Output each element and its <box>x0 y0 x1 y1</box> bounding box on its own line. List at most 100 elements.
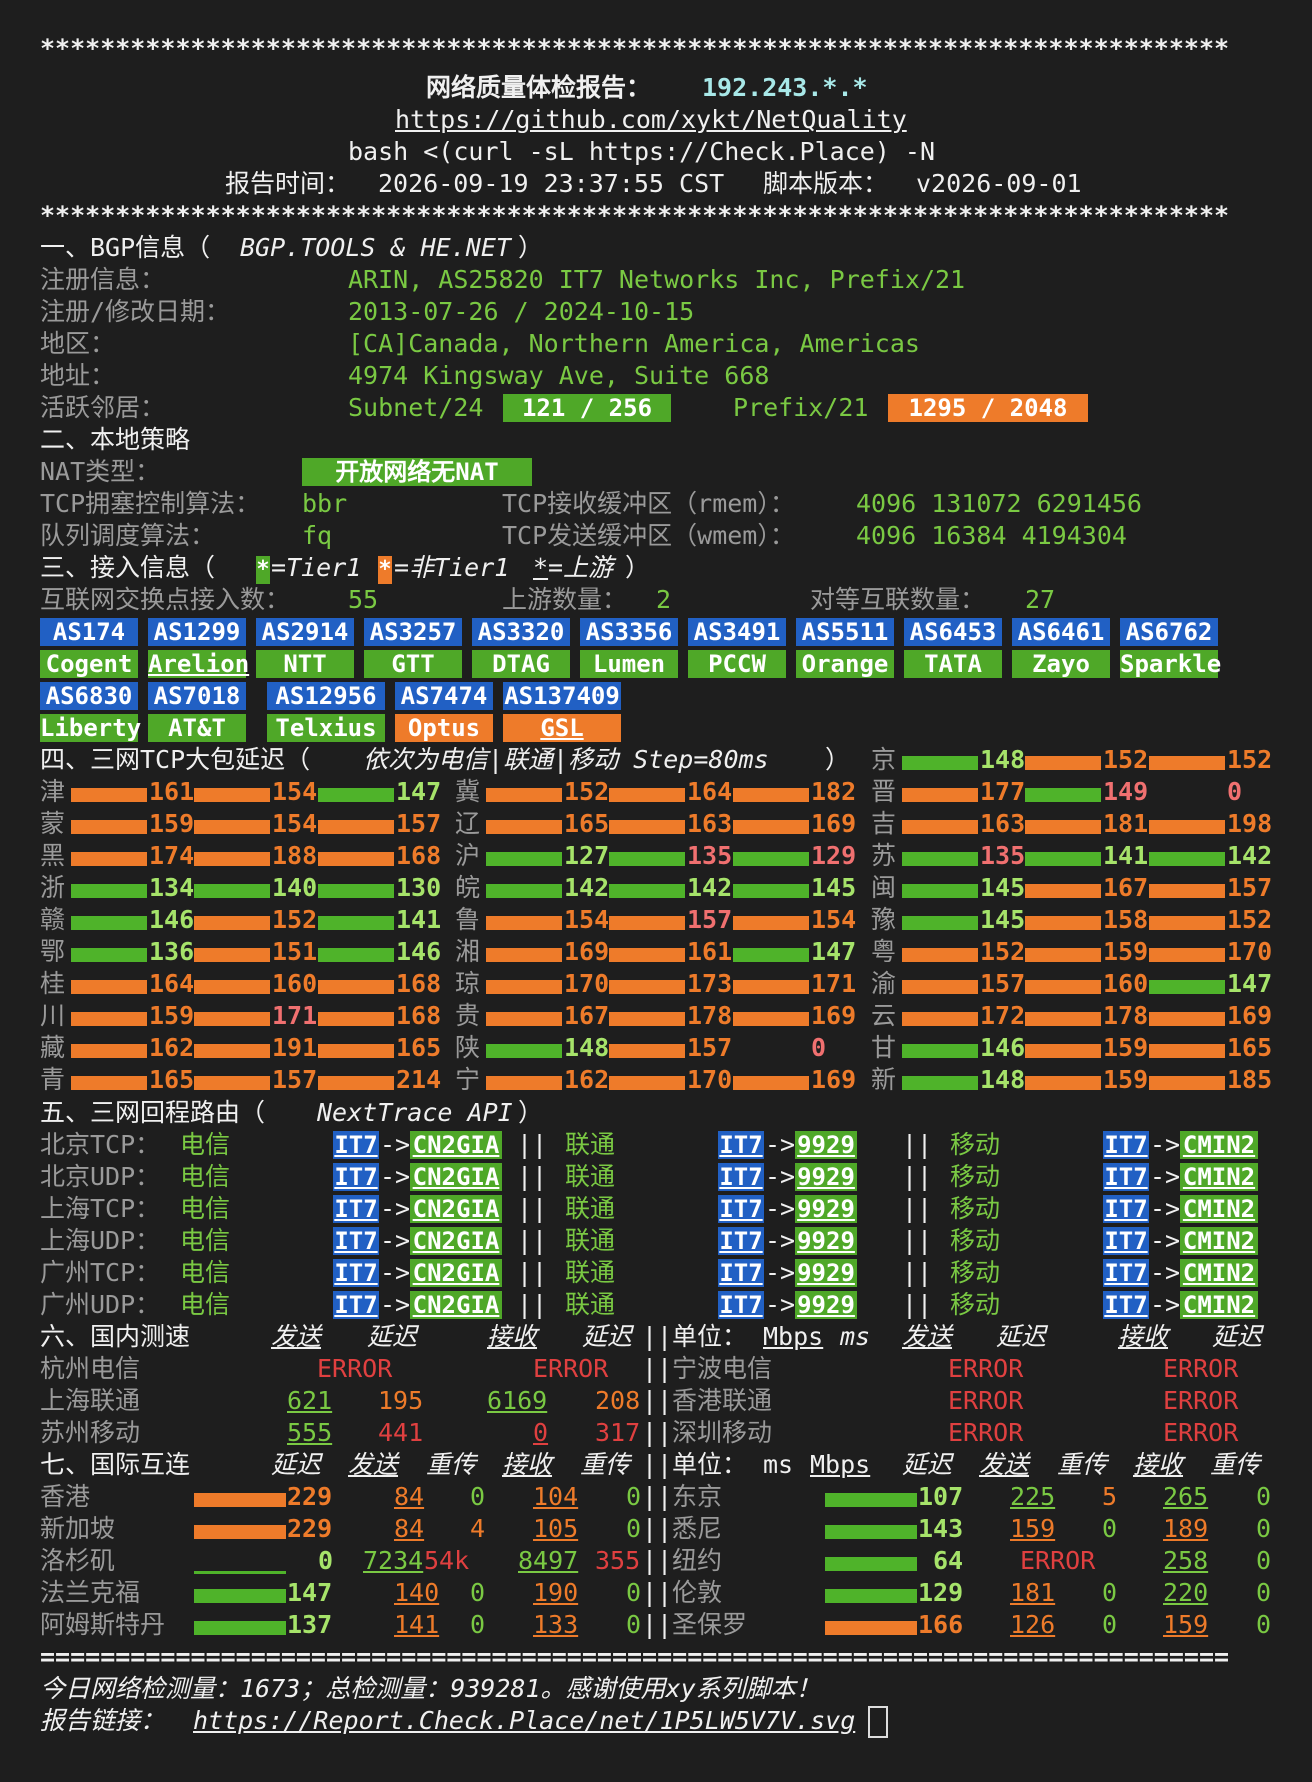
latency-value: 163 <box>980 809 1026 838</box>
latency-bar <box>71 788 147 802</box>
route-carrier-cu: 联通 <box>565 1290 616 1319</box>
latency-value: 157 <box>687 1033 733 1062</box>
report-link[interactable]: https://Report.Check.Place/net/1P5LW5V7V… <box>193 1705 855 1737</box>
latency-bar <box>1025 1044 1101 1058</box>
latency-bar <box>194 948 270 962</box>
intl-send: 141 <box>394 1610 440 1639</box>
cursor <box>868 1706 888 1738</box>
row: 蒙 159 154 157 辽 165 163 169 吉 163 181 198 <box>0 808 1312 840</box>
route-it7: IT7 <box>718 1195 764 1223</box>
route-cm-path: CMIN2 <box>1180 1259 1258 1287</box>
latency-bar <box>733 1044 809 1058</box>
latency-value: 173 <box>687 969 733 998</box>
route-arrow: -> <box>380 1258 411 1287</box>
upstream-count-value: 2 <box>656 585 672 614</box>
route-arrow: -> <box>380 1226 411 1255</box>
peer-count-value: 27 <box>1025 585 1056 614</box>
latency-bar <box>486 1076 562 1090</box>
s7-head-retx2-l: 重传 <box>580 1450 631 1479</box>
route-carrier-ct: 电信 <box>180 1258 231 1287</box>
section1-source: BGP.TOOLS & HE.NET <box>240 233 511 262</box>
intl-send: 140 <box>394 1578 440 1607</box>
route-label: 广州UDP： <box>40 1290 161 1319</box>
latency-value: 127 <box>564 841 610 870</box>
route-carrier-cu: 联通 <box>565 1194 616 1223</box>
intl-latency: 107 <box>918 1482 964 1511</box>
intl-retx: 4 <box>470 1514 486 1543</box>
run-command: bash <(curl -sL https://Check.Place) -N <box>348 137 935 166</box>
latency-bar <box>486 884 562 898</box>
latency-bar <box>194 1044 270 1058</box>
latency-bar <box>194 980 270 994</box>
latency-bar <box>609 948 685 962</box>
route-carrier-cu: 联通 <box>565 1258 616 1287</box>
latency-bar <box>318 884 394 898</box>
as-number: AS2914 <box>256 618 354 646</box>
latency-value: 178 <box>1103 1001 1149 1030</box>
intl-retx2: 0 <box>1256 1578 1272 1607</box>
route-arrow: -> <box>380 1290 411 1319</box>
latency-value: 169 <box>811 809 857 838</box>
route-carrier-ct: 电信 <box>180 1194 231 1223</box>
latency-bar <box>194 916 270 930</box>
section5-title-end: ） <box>518 1098 544 1127</box>
route-it7: IT7 <box>333 1195 379 1223</box>
province-label: 湘 <box>455 937 481 966</box>
intl-node-r: 伦敦 <box>672 1578 723 1607</box>
script-version: v2026-09-01 <box>916 169 1082 198</box>
s6-sep: || <box>642 1354 673 1383</box>
s6-node-r: 香港联通 <box>672 1386 773 1415</box>
intl-retx: 0 <box>470 1610 486 1639</box>
s7-sep: || <box>642 1610 673 1639</box>
route-sep: || <box>517 1258 548 1287</box>
s6-recv: 6169 <box>487 1386 548 1415</box>
latency-value: 142 <box>1227 841 1273 870</box>
intl-node-l: 法兰克福 <box>40 1578 141 1607</box>
latency-value: 168 <box>396 1001 442 1030</box>
intl-node-l: 香港 <box>40 1482 91 1511</box>
s6-node-l: 苏州移动 <box>40 1418 141 1447</box>
latency-value: 165 <box>1227 1033 1273 1062</box>
latency-value: 157 <box>272 1065 318 1094</box>
route-ct-path: CN2GIA <box>410 1195 502 1223</box>
route-arrow: -> <box>765 1258 796 1287</box>
row: 藏 162 191 165 陕 148 157 0 甘 146 159 165 <box>0 1032 1312 1064</box>
as-name: Sparkle <box>1120 650 1222 678</box>
latency-value: 129 <box>811 841 857 870</box>
latency-bar <box>733 820 809 834</box>
intl-recv: 159 <box>1163 1610 1209 1639</box>
row: 青 165 157 214 宁 162 170 169 新 148 159 185 <box>0 1064 1312 1096</box>
latency-value: 165 <box>149 1065 195 1094</box>
intl-recv: 220 <box>1163 1578 1209 1607</box>
latency-bar <box>194 820 270 834</box>
intl-node-r: 东京 <box>672 1482 723 1511</box>
latency-value: 191 <box>272 1033 318 1062</box>
intl-latency-bar <box>194 1493 286 1507</box>
intl-latency-bar <box>194 1589 286 1603</box>
s6-lat: 195 <box>378 1386 424 1415</box>
latency-value: 165 <box>564 809 610 838</box>
intl-latency: 0 <box>318 1546 334 1575</box>
latency-value: 159 <box>1103 1033 1149 1062</box>
latency-value: 152 <box>1103 745 1149 774</box>
subnet-badge: 121 / 256 <box>503 394 671 422</box>
row: 桂 164 160 168 琼 170 173 171 渝 157 160 147 <box>0 968 1312 1000</box>
latency-bar <box>1149 980 1225 994</box>
route-it7: IT7 <box>718 1131 764 1159</box>
intl-send: 126 <box>1010 1610 1056 1639</box>
project-link[interactable]: https://github.com/xykt/NetQuality <box>395 104 907 136</box>
route-arrow: -> <box>765 1290 796 1319</box>
latency-bar <box>1149 948 1225 962</box>
row: Liberty AT&T Telxius Optus GSL <box>0 712 1312 744</box>
s6-error: ERROR <box>317 1354 393 1383</box>
latency-bar <box>71 916 147 930</box>
province-label: 闽 <box>871 873 897 902</box>
s7-sep: || <box>642 1578 673 1607</box>
latency-value: 162 <box>564 1065 610 1094</box>
wmem-value: 4096 16384 4194304 <box>856 521 1127 550</box>
row: 杭州电信 ERROR ERROR || 宁波电信 ERROR ERROR <box>0 1353 1312 1385</box>
latency-bar <box>733 980 809 994</box>
route-arrow: -> <box>1150 1130 1181 1159</box>
latency-value: 178 <box>687 1001 733 1030</box>
nat-label: NAT类型： <box>40 457 161 486</box>
